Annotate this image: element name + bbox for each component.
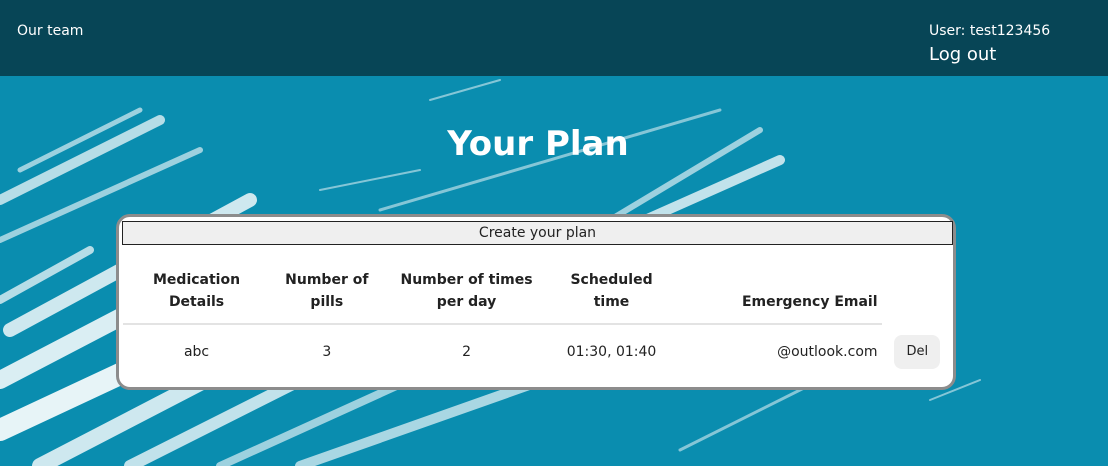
column-header-actions [882,255,953,324]
column-header-pills: Number of pills [270,255,384,325]
plan-card: Create your plan Medication Details Numb… [116,214,956,390]
plan-table: Medication Details Number of pills Numbe… [123,255,953,379]
cell-scheduled-time: 01:30, 01:40 [566,344,657,360]
create-plan-header[interactable]: Create your plan [122,221,953,245]
column-header-emergency-email: Emergency Email [673,255,882,325]
column-header-medication: Medication Details [123,255,271,325]
cell-medication: abc [183,344,210,360]
top-navbar: Our team User: test123456 Log out [0,0,1108,76]
cell-times-per-day: 2 [462,344,471,360]
cell-actions: Del [882,324,953,379]
column-header-scheduled-time: Scheduled time [549,255,674,325]
delete-button[interactable]: Del [894,334,941,369]
table-row: abc 3 2 01:30, 01:40 @outlook.com Del [123,324,953,379]
user-label: User: test123456 [929,23,1051,39]
brand-link[interactable]: Our team [17,23,83,39]
cell-pills: 3 [322,344,332,360]
cell-emergency-email: @outlook.com [777,344,878,360]
logout-link[interactable]: Log out [929,44,996,65]
page-title: Your Plan [447,124,629,164]
table-header-row: Medication Details Number of pills Numbe… [123,255,953,325]
column-header-times-per-day: Number of times per day [383,255,550,325]
